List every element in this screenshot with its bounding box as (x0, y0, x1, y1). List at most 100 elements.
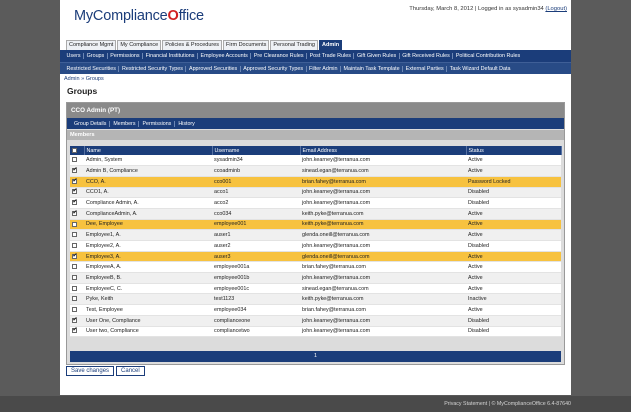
row-checkbox[interactable] (72, 221, 77, 227)
subtab-members[interactable]: Members (110, 120, 140, 127)
nav-item-political-contribution-rules[interactable]: Political Contribution Rules (453, 53, 522, 59)
nav-item-post-trade-rules[interactable]: Post Trade Rules (307, 53, 355, 59)
top-tab-firm-documents[interactable]: Firm Documents (223, 40, 270, 50)
row-checkbox[interactable] (72, 232, 77, 238)
pager[interactable]: 1 (70, 351, 561, 362)
row-checkbox[interactable] (72, 307, 77, 313)
row-select-cell[interactable] (70, 165, 84, 177)
row-select-cell[interactable] (70, 197, 84, 209)
table-row[interactable]: Admin, System sysadmin34 john.kearney@terr… (70, 155, 561, 167)
row-select-cell[interactable] (70, 155, 84, 167)
table-row[interactable]: CCO1, A.acco1john.kearney@terranua.comDi… (70, 187, 561, 199)
row-select-cell[interactable] (70, 240, 84, 252)
table-row[interactable]: EmployeeC, C. employee001c sinead.egan@ter… (70, 283, 561, 295)
table-row[interactable]: Dee, Employee employee001 keith.pyke@terra… (70, 219, 561, 231)
nav-item-groups[interactable]: Groups (84, 53, 108, 59)
table-row[interactable]: Employee1, A. auser1 glenda.oneill@terranu… (70, 229, 561, 241)
top-tab-personal-trading[interactable]: Personal Trading (270, 40, 318, 50)
top-tab-my-compliance[interactable]: My Compliance (117, 40, 162, 50)
nav-item-external-parties[interactable]: External Parties (403, 65, 448, 72)
cell-username: auser2 (212, 240, 300, 252)
nav-item-approved-securities[interactable]: Approved Securities (186, 65, 241, 72)
nav-item-approved-security-types[interactable]: Approved Security Types (241, 65, 307, 72)
row-select-cell[interactable] (70, 261, 84, 274)
subtab-history[interactable]: History (175, 121, 197, 127)
cell-email: sinead.egan@terranua.com (300, 283, 466, 295)
row-select-cell[interactable] (70, 293, 84, 306)
table-row[interactable]: Test, Employee employee034 brian.fahey@ter… (70, 304, 561, 316)
footer-text[interactable]: Privacy Statement | © MyComplianceOffice… (444, 401, 571, 407)
row-select-cell[interactable] (70, 219, 84, 231)
row-select-cell[interactable] (70, 272, 84, 284)
table-row[interactable]: Employee3, A.auser3glenda.oneill@terranu… (70, 251, 561, 263)
nav-item-gift-given-rules[interactable]: Gift Given Rules (354, 53, 400, 59)
table-row[interactable]: Employee2, A. auser2 john.kearney@terranua… (70, 240, 561, 252)
row-checkbox[interactable] (72, 209, 78, 216)
row-checkbox[interactable] (72, 274, 77, 280)
cell-email: brian.fahey@terranua.com (300, 261, 466, 274)
row-checkbox[interactable] (72, 166, 78, 174)
table-row[interactable]: Admin B, Complianceccoadminbsinead.egan@… (70, 165, 561, 177)
row-select-cell[interactable] (70, 176, 84, 188)
table-row[interactable]: EmployeeA, A. employee001a brian.fahey@ter… (70, 261, 561, 274)
table-row[interactable]: Pyke, Keith test1123 keith.pyke@terranua.c… (70, 293, 561, 306)
row-checkbox[interactable] (72, 296, 77, 302)
page-title: Groups (67, 86, 98, 96)
column-header-username[interactable]: Username (212, 146, 301, 155)
row-checkbox[interactable] (72, 285, 77, 291)
table-row[interactable]: ComplianceAdmin, A.cco034keith.pyke@terr… (70, 208, 561, 220)
save-changes-button[interactable]: Save changes (66, 366, 115, 376)
nav-item-financial-institutions[interactable]: Financial Institutions (143, 53, 198, 59)
table-row[interactable]: User One, Compliancecomplianceonejohn.ke… (70, 315, 561, 327)
nav-item-filter-admin[interactable]: Filter Admin (307, 65, 342, 72)
select-all-checkbox[interactable] (72, 147, 77, 153)
cell-username: employee001c (212, 283, 300, 295)
row-select-cell[interactable] (70, 304, 84, 316)
nav-item-users[interactable]: Users (64, 53, 85, 59)
table-row[interactable]: CCO, A.cco001brian.fahey@terranua.comPas… (70, 176, 561, 188)
column-header-email[interactable]: Email Address (300, 146, 467, 155)
column-header-status[interactable]: Status (466, 146, 562, 155)
row-checkbox[interactable] (72, 252, 78, 259)
table-row[interactable]: EmployeeB, B. employee001b john.kearney@te… (70, 272, 561, 284)
nav-item-task-wizard-default-data[interactable]: Task Wizard Default Data (447, 66, 513, 72)
row-checkbox[interactable] (72, 242, 77, 248)
row-checkbox[interactable] (72, 198, 78, 206)
nav-item-employee-accounts[interactable]: Employee Accounts (198, 53, 252, 59)
row-checkbox[interactable] (72, 264, 77, 270)
select-all-header[interactable] (70, 146, 85, 155)
nav-item-restricted-security-types[interactable]: Restricted Security Types (119, 65, 187, 72)
top-tab-admin[interactable]: Admin (318, 40, 343, 50)
nav-item-gift-received-rules[interactable]: Gift Received Rules (400, 53, 454, 59)
breadcrumb[interactable]: Admin » Groups (64, 76, 104, 82)
cancel-button[interactable]: Cancel (116, 366, 145, 376)
table-row[interactable]: Compliance Admin, A.acco2john.kearney@te… (70, 197, 561, 209)
row-checkbox[interactable] (72, 187, 78, 195)
row-select-cell[interactable] (70, 315, 84, 327)
table-row[interactable]: User two, Compliancecompliancetwojohn.ke… (70, 326, 561, 338)
row-checkbox[interactable] (72, 316, 78, 323)
top-tab-compliance-mgmt[interactable]: Compliance Mgmt (66, 40, 117, 50)
row-checkbox[interactable] (72, 326, 78, 334)
logo[interactable]: MyComplianceOffice (74, 8, 204, 24)
panel-subtabs: Group Details Members Permissions History (67, 118, 564, 129)
subtab-permissions[interactable]: Permissions (139, 120, 176, 127)
row-select-cell[interactable] (70, 326, 84, 338)
column-header-name[interactable]: Name (84, 146, 213, 155)
row-checkbox[interactable] (72, 157, 77, 163)
row-select-cell[interactable] (70, 251, 84, 263)
nav-item-maintain-task-template[interactable]: Maintain Task Template (341, 65, 404, 72)
row-select-cell[interactable] (70, 283, 84, 295)
top-tab-policies-procedures[interactable]: Policies & Procedures (162, 40, 223, 50)
subtab-group-details[interactable]: Group Details (71, 120, 111, 127)
row-checkbox[interactable] (72, 177, 78, 184)
row-select-cell[interactable] (70, 187, 84, 199)
nav-item-permissions[interactable]: Permissions (108, 53, 144, 59)
top-tabs: Compliance Mgmt My Compliance Policies & P… (66, 40, 343, 50)
logout-link[interactable]: (Logout) (545, 6, 567, 12)
row-select-cell[interactable] (70, 229, 84, 241)
row-select-cell[interactable] (70, 208, 84, 220)
nav-item-restricted-securities[interactable]: Restricted Securities (64, 65, 120, 72)
nav-item-pre-clearance-rules[interactable]: Pre Clearance Rules (251, 53, 308, 59)
header: MyComplianceOffice Thursday, March 8, 20… (60, 0, 571, 39)
